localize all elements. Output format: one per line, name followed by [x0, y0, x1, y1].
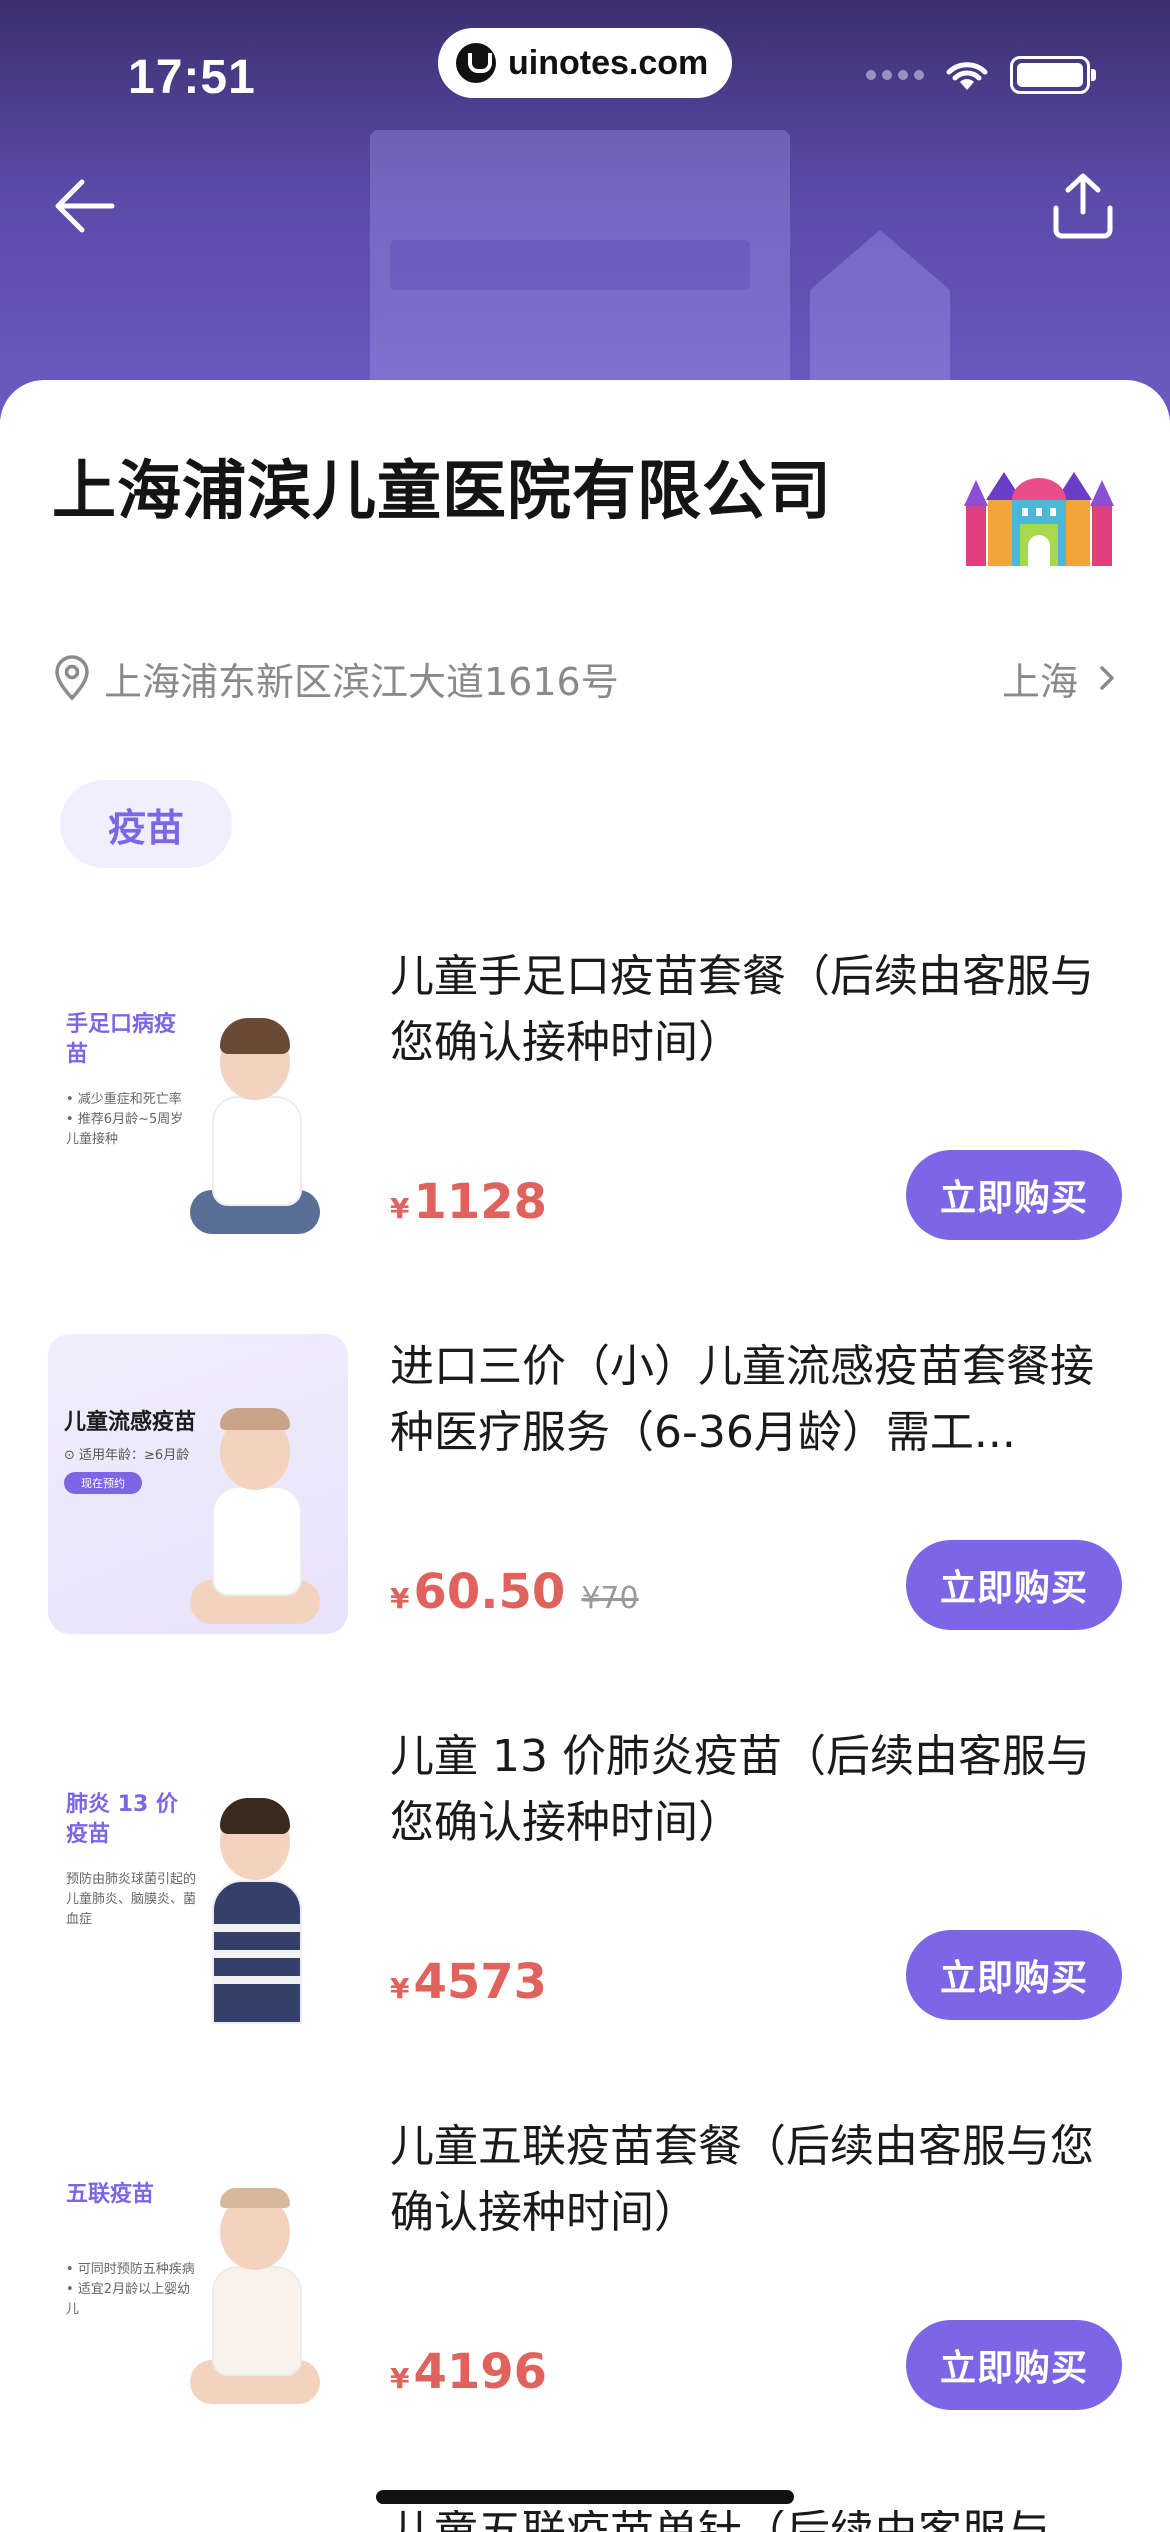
chevron-right-icon [1100, 666, 1114, 690]
hospital-name: 上海浦滨儿童医院有限公司 [52, 455, 832, 529]
child-photo [176, 1784, 336, 2024]
thumbnail-title: 肺炎 13 价疫苗 [66, 1792, 178, 1847]
child-photo [176, 2174, 336, 2414]
product-title[interactable]: 儿童 13 价肺炎疫苗（后续由客服与您确认接种时间） [390, 1724, 1110, 1856]
home-indicator[interactable] [376, 2490, 794, 2504]
buy-now-button[interactable]: 立即购买 [906, 1150, 1122, 1240]
category-tag-vaccine[interactable]: 疫苗 [60, 780, 232, 868]
product-thumbnail: 儿童流感疫苗 ⊙ 适用年龄：≥6月龄 现在预约 [48, 1334, 348, 1634]
product-title[interactable]: 进口三价（小）儿童流感疫苗套餐接种医疗服务（6-36月龄）需工... [390, 1334, 1110, 1466]
thumbnail-subtitle: ⊙ 适用年龄：≥6月龄 [64, 1448, 190, 1463]
battery-icon [1010, 56, 1096, 94]
product-price: ¥ 60.50 ¥70 [390, 1564, 639, 1620]
product-item[interactable]: 肺炎 13 价疫苗 预防由肺炎球菌引起的儿童肺炎、脑膜炎、菌血症 儿童 13 价… [48, 1724, 1122, 2024]
address-row[interactable]: 上海浦东新区滨江大道1616号 上海 [52, 650, 1118, 706]
hospital-address: 上海浦东新区滨江大道1616号 [104, 659, 619, 704]
product-item[interactable]: 儿童流感疫苗 ⊙ 适用年龄：≥6月龄 现在预约 进口三价（小）儿童流感疫苗套餐接… [48, 1334, 1122, 1634]
buy-now-button[interactable]: 立即购买 [906, 2320, 1122, 2410]
product-title[interactable]: 儿童五联疫苗套餐（后续由客服与您确认接种时间） [390, 2114, 1110, 2246]
status-indicators [866, 56, 1096, 94]
status-time: 17:51 [128, 51, 256, 104]
url-pill: uinotes.com [438, 28, 732, 98]
uinotes-logo-icon [456, 43, 496, 83]
child-photo [176, 1394, 336, 1634]
thumbnail-title: 五联疫苗 [66, 2182, 155, 2207]
next-product-title-peek[interactable]: 儿童五联疫苗单针（后续由客服与 [390, 2510, 1120, 2532]
product-price: ¥ 4573 [390, 1954, 548, 2010]
product-price: ¥ 1128 [390, 1174, 548, 1230]
thumbnail-chip: 现在预约 [64, 1472, 142, 1494]
url-text: uinotes.com [508, 43, 709, 82]
product-thumbnail: 五联疫苗 • 可同时预防五种疾病 • 适宜2月龄以上婴幼儿 [48, 2114, 348, 2414]
share-button[interactable] [1046, 168, 1120, 242]
cellular-signal-icon [866, 70, 924, 80]
share-icon [1053, 173, 1113, 239]
hospital-castle-logo [964, 466, 1114, 566]
hospital-city: 上海 [1001, 659, 1078, 704]
product-item[interactable]: 五联疫苗 • 可同时预防五种疾病 • 适宜2月龄以上婴幼儿 儿童五联疫苗套餐（后… [48, 2114, 1122, 2414]
buy-now-button[interactable]: 立即购买 [906, 1540, 1122, 1630]
thumbnail-title: 手足口病疫苗 [66, 1012, 177, 1067]
arrow-left-icon [55, 179, 115, 233]
buy-now-button[interactable]: 立即购买 [906, 1930, 1122, 2020]
product-thumbnail: 手足口病疫苗 • 减少重症和死亡率 • 推荐6月龄~5周岁儿童接种 [48, 944, 348, 1244]
wifi-icon [942, 56, 992, 94]
child-photo [176, 1004, 336, 1244]
back-button[interactable] [50, 170, 120, 240]
original-price: ¥70 [581, 1581, 639, 1616]
product-item[interactable]: 手足口病疫苗 • 减少重症和死亡率 • 推荐6月龄~5周岁儿童接种 儿童手足口疫… [48, 944, 1122, 1244]
product-title[interactable]: 儿童手足口疫苗套餐（后续由客服与您确认接种时间） [390, 944, 1110, 1076]
product-thumbnail: 肺炎 13 价疫苗 预防由肺炎球菌引起的儿童肺炎、脑膜炎、菌血症 [48, 1724, 348, 2024]
location-pin-icon [55, 655, 89, 701]
hospital-building-image [330, 90, 970, 420]
product-price: ¥ 4196 [390, 2344, 548, 2400]
